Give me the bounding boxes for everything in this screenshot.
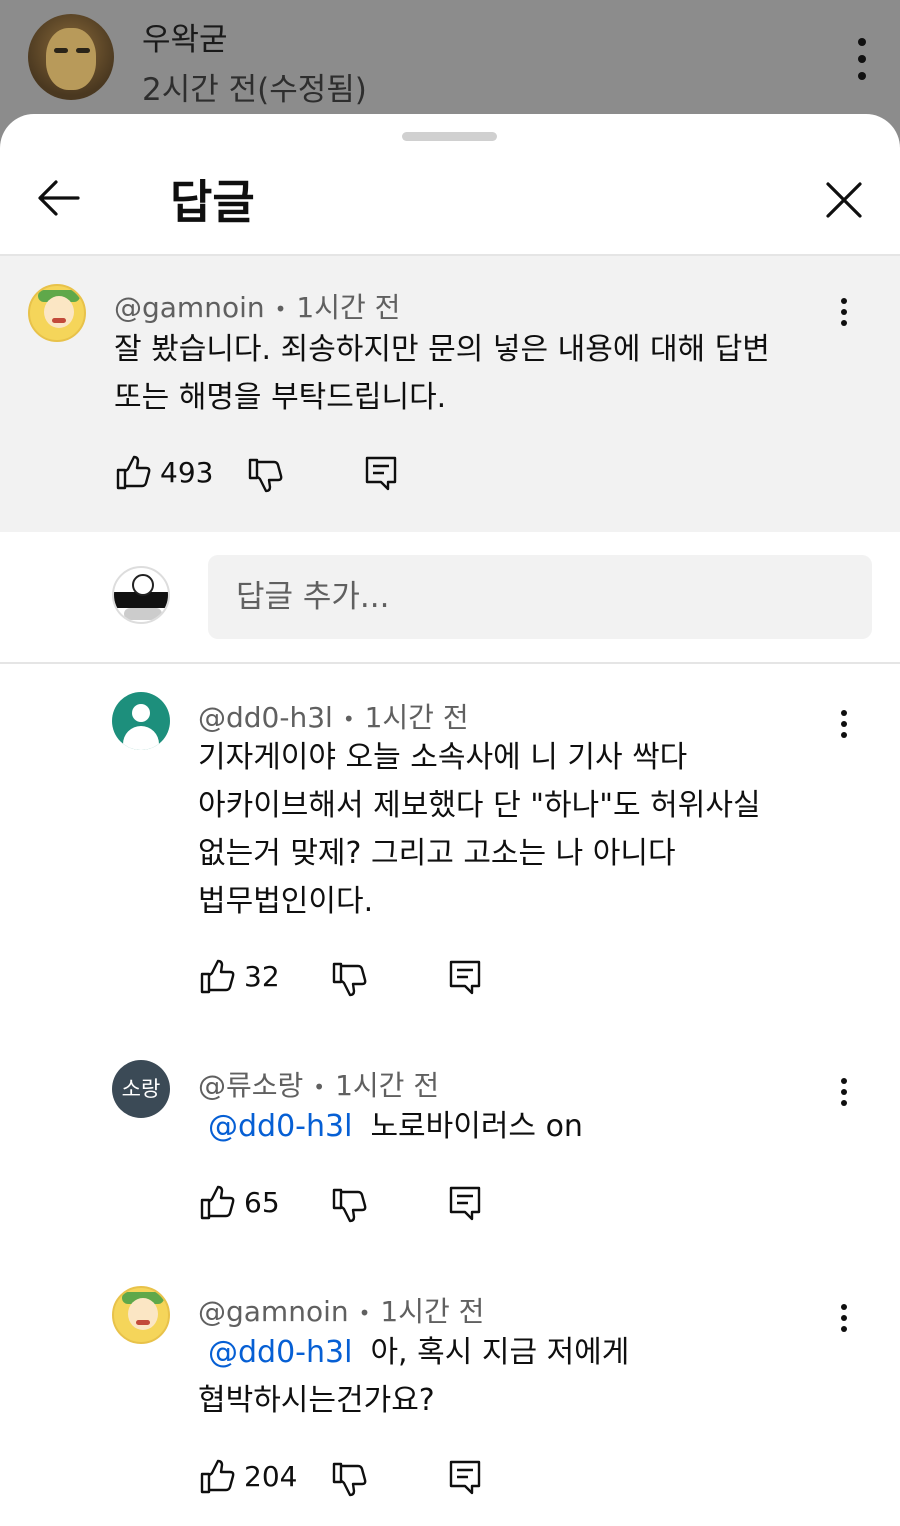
- author-name: 우왁굳: [142, 22, 228, 58]
- comment-menu-button[interactable]: [834, 710, 854, 754]
- like-count: 65: [244, 1186, 280, 1219]
- dislike-icon[interactable]: [246, 456, 284, 494]
- avatar[interactable]: 소랑: [112, 1060, 170, 1118]
- like-icon[interactable]: [198, 958, 236, 996]
- like-icon[interactable]: [198, 1458, 236, 1496]
- comment-menu-button[interactable]: [834, 298, 854, 342]
- sheet-drag-handle[interactable]: [402, 132, 497, 141]
- reply-icon[interactable]: [446, 1458, 484, 1496]
- comment-meta: @류소랑 • 1시간 전: [198, 1069, 440, 1102]
- comment-meta: @dd0-h3l • 1시간 전: [198, 701, 469, 734]
- post-time: 2시간 전(수정됨): [142, 72, 367, 108]
- comment-meta: @gamnoin • 1시간 전: [114, 291, 401, 324]
- like-count: 32: [244, 960, 280, 993]
- comment-meta: @gamnoin • 1시간 전: [198, 1295, 485, 1328]
- reply-input[interactable]: [208, 555, 872, 639]
- comment-time: 1시간 전: [380, 1295, 485, 1328]
- comment-menu-button[interactable]: [834, 1304, 854, 1348]
- comment-text: 잘 봤습니다. 죄송하지만 문의 넣은 내용에 대해 답변 또는 해명을 부탁드…: [114, 332, 770, 415]
- comment-text: @dd0-h3l 노로바이러스 on: [208, 1109, 583, 1144]
- arrow-left-icon: [38, 180, 80, 216]
- reply-icon[interactable]: [362, 454, 400, 492]
- close-button[interactable]: [815, 171, 873, 229]
- back-button[interactable]: [30, 172, 86, 228]
- avatar[interactable]: [28, 284, 86, 342]
- avatar[interactable]: [112, 1286, 170, 1344]
- comment-time: 1시간 전: [335, 1069, 440, 1102]
- like-icon[interactable]: [114, 454, 152, 492]
- comment-text: 기자게이야 오늘 소속사에 니 기사 싹다 아카이브해서 제보했다 단 "하나"…: [198, 740, 761, 919]
- author-avatar: [28, 14, 114, 100]
- reply-icon[interactable]: [446, 958, 484, 996]
- parent-comment: @gamnoin • 1시간 전 잘 봤습니다. 죄송하지만 문의 넣은 내용에 대…: [0, 256, 900, 532]
- dislike-icon[interactable]: [330, 1460, 368, 1498]
- comment-author[interactable]: @dd0-h3l: [198, 701, 333, 734]
- replies-sheet: 답글 @gamnoin • 1시간 전 잘 봤습니다. 죄송하지만 문의 넣은 내용…: [0, 114, 900, 1526]
- like-icon[interactable]: [198, 1184, 236, 1222]
- close-icon: [826, 182, 862, 218]
- avatar: [112, 566, 170, 624]
- mention-link[interactable]: @dd0-h3l: [208, 1109, 352, 1144]
- comment-time: 1시간 전: [364, 701, 469, 734]
- divider: [0, 662, 900, 664]
- reply-icon[interactable]: [446, 1184, 484, 1222]
- avatar[interactable]: [112, 692, 170, 750]
- comment-author[interactable]: @gamnoin: [114, 291, 265, 324]
- sheet-title: 답글: [170, 175, 255, 229]
- like-count: 204: [244, 1460, 298, 1493]
- comment-time: 1시간 전: [296, 291, 401, 324]
- dislike-icon[interactable]: [330, 960, 368, 998]
- dislike-icon[interactable]: [330, 1186, 368, 1224]
- comment-author[interactable]: @류소랑: [198, 1069, 303, 1102]
- comment-author[interactable]: @gamnoin: [198, 1295, 349, 1328]
- mention-link[interactable]: @dd0-h3l: [208, 1335, 352, 1370]
- more-options-icon: [852, 38, 872, 82]
- comment-text: @dd0-h3l 아, 혹시 지금 저에게 협박하시는건가요?: [198, 1335, 630, 1418]
- comment-menu-button[interactable]: [834, 1078, 854, 1122]
- like-count: 493: [160, 456, 214, 489]
